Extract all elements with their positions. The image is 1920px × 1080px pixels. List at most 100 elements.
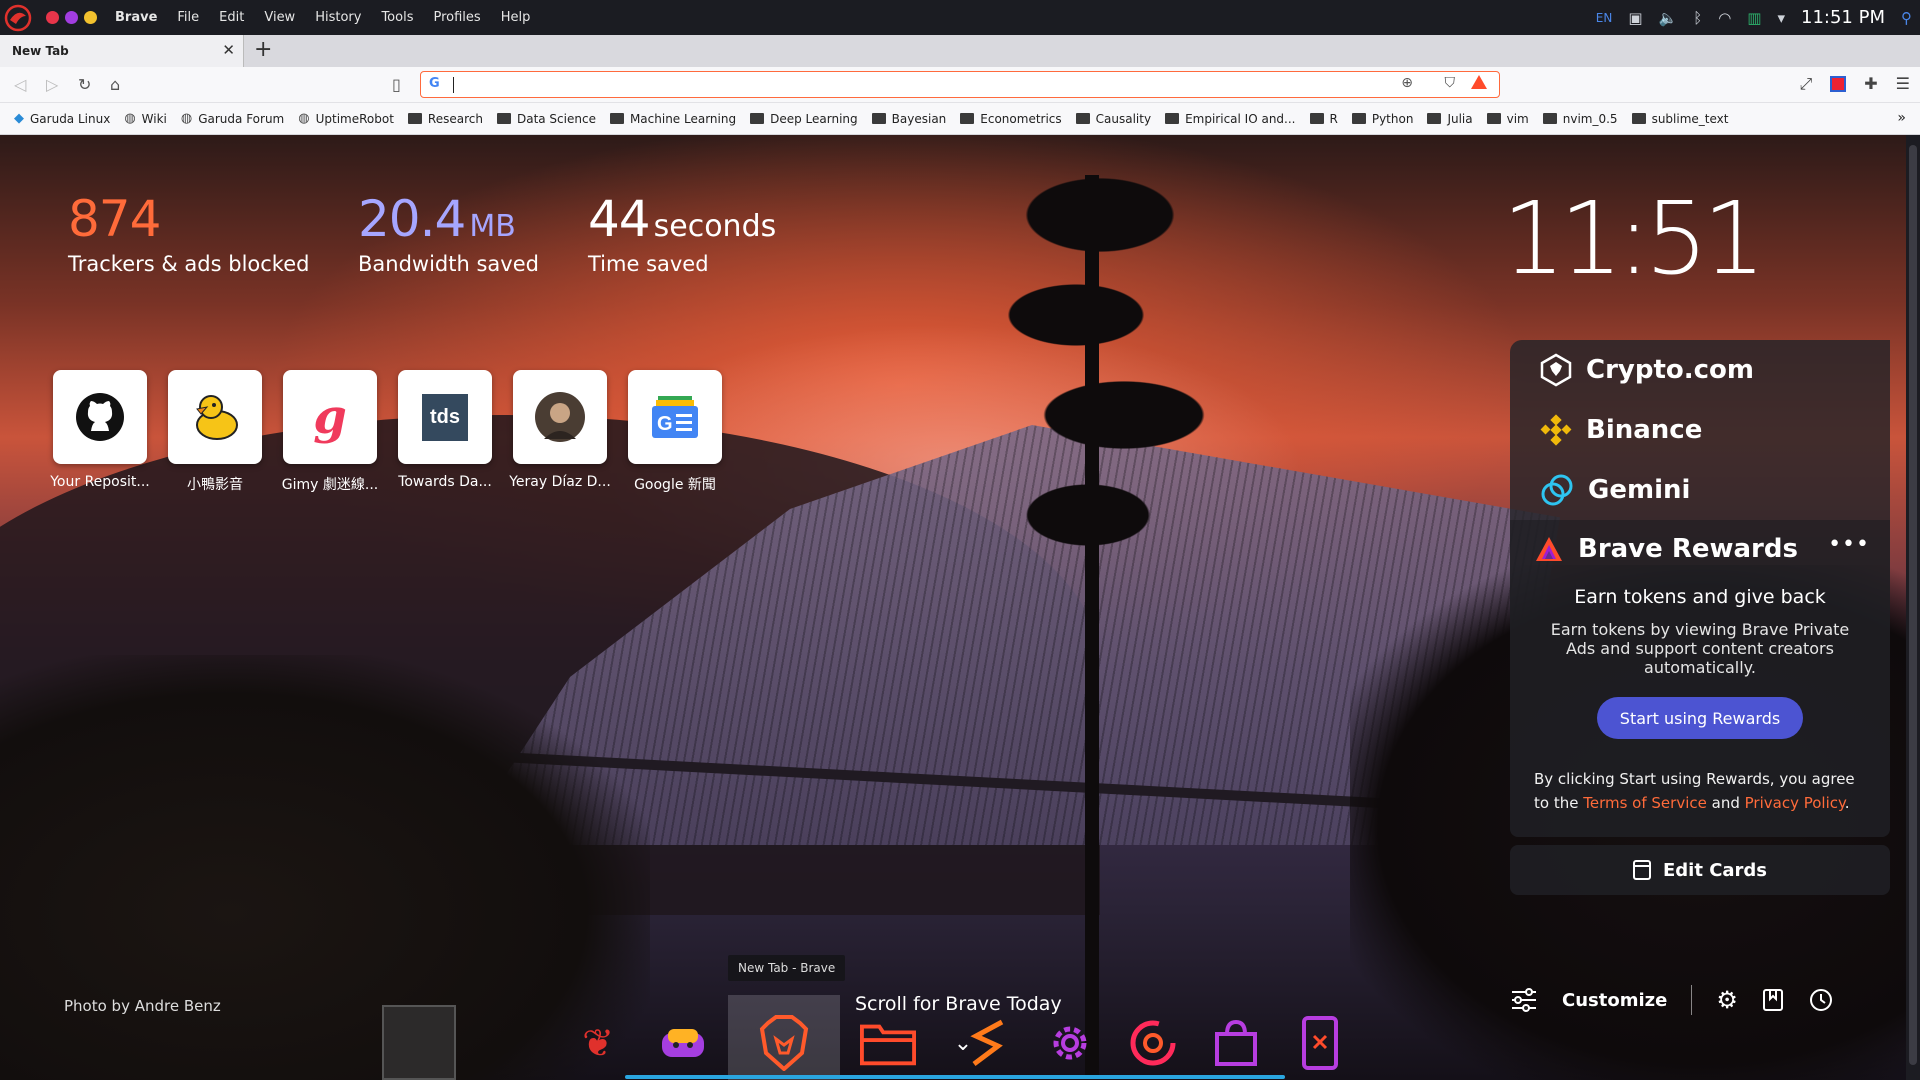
sublime-icon[interactable] xyxy=(960,1015,1016,1071)
brave-shields-icon[interactable]: ⛉ xyxy=(1445,75,1456,91)
bookmark-page-icon[interactable]: ▯ xyxy=(392,75,401,94)
customize-sliders-icon[interactable] xyxy=(1510,988,1538,1012)
network-manager-icon[interactable]: ▣ xyxy=(1628,9,1642,27)
bookmark-folder-bayesian[interactable]: Bayesian xyxy=(871,112,946,126)
forward-icon[interactable]: ▷ xyxy=(46,75,58,94)
globe-icon: ◍ xyxy=(124,111,136,126)
address-bar[interactable]: G ⊕ ⛉ xyxy=(420,71,1500,98)
reload-icon[interactable]: ↻ xyxy=(78,75,91,94)
bookmark-folder-sublime-text[interactable]: sublime_text xyxy=(1631,112,1728,126)
brave-icon[interactable] xyxy=(756,1015,812,1071)
bookmarks-overflow-icon[interactable]: » xyxy=(1897,110,1906,126)
top-site-towards-data-science[interactable]: tds Towards Da... xyxy=(398,370,492,490)
maximize-window-button[interactable] xyxy=(65,11,78,24)
garuda-logo-icon[interactable] xyxy=(4,4,32,32)
top-site-duck[interactable]: 小鴨影音 xyxy=(168,370,262,494)
top-site-tile[interactable] xyxy=(53,370,147,464)
store-icon[interactable] xyxy=(1208,1015,1264,1071)
menu-file[interactable]: File xyxy=(177,10,199,25)
top-site-tile[interactable]: G xyxy=(628,370,722,464)
octopi-icon[interactable] xyxy=(1125,1015,1181,1071)
tray-expand-icon[interactable]: ▾ xyxy=(1777,9,1785,27)
edit-cards-label: Edit Cards xyxy=(1662,859,1768,881)
tds-icon: tds xyxy=(422,393,468,441)
settings-icon[interactable]: ⚙ xyxy=(1716,986,1738,1014)
top-site-tile[interactable]: tds xyxy=(398,370,492,464)
url-input[interactable] xyxy=(451,75,1401,94)
bookmark-wiki[interactable]: ◍ Wiki xyxy=(124,111,167,126)
main-menu-icon[interactable]: ☰ xyxy=(1896,74,1910,94)
photo-credit[interactable]: Photo by Andre Benz xyxy=(64,997,221,1015)
top-site-tile[interactable] xyxy=(513,370,607,464)
top-site-google-news[interactable]: G Google 新聞 xyxy=(628,370,722,494)
bookmark-garuda-linux[interactable]: ◆ Garuda Linux xyxy=(14,111,110,126)
bookmark-uptimerobot[interactable]: ◍ UptimeRobot xyxy=(298,111,394,126)
history-icon[interactable] xyxy=(1808,987,1834,1013)
top-site-gimy[interactable]: g Gimy 劇迷線... xyxy=(282,370,378,494)
bookmark-folder-research[interactable]: Research xyxy=(407,112,483,126)
kde-connect-icon[interactable] xyxy=(1292,1015,1348,1071)
privacy-policy-link[interactable]: Privacy Policy xyxy=(1745,794,1845,812)
folder-icon[interactable] xyxy=(860,1015,916,1071)
bookmark-folder-vim[interactable]: vim xyxy=(1486,112,1529,126)
scrollbar-thumb[interactable] xyxy=(1909,145,1917,1065)
menu-history[interactable]: History xyxy=(315,10,361,25)
edit-cards-button[interactable]: Edit Cards xyxy=(1510,845,1890,895)
menu-profiles[interactable]: Profiles xyxy=(433,10,480,25)
menu-help[interactable]: Help xyxy=(501,10,531,25)
extensions-puzzle-icon[interactable]: ✚ xyxy=(1864,74,1877,94)
page-scrollbar[interactable] xyxy=(1906,135,1920,1080)
top-site-tile[interactable]: g xyxy=(283,370,377,464)
home-icon[interactable]: ⌂ xyxy=(110,75,120,94)
bluetooth-icon[interactable]: ᛒ xyxy=(1693,9,1702,27)
wifi-icon[interactable]: ◠ xyxy=(1718,9,1731,27)
terms-of-service-link[interactable]: Terms of Service xyxy=(1583,794,1707,812)
volume-icon[interactable]: 🔈 xyxy=(1659,9,1678,27)
bookmarks-icon[interactable] xyxy=(1762,988,1784,1012)
top-site-tile[interactable] xyxy=(168,370,262,464)
new-tab-button[interactable]: + xyxy=(254,37,272,62)
bookmark-folder-julia[interactable]: Julia xyxy=(1427,112,1473,126)
bookmark-folder-machine-learning[interactable]: Machine Learning xyxy=(609,112,736,126)
settings-icon[interactable] xyxy=(1042,1015,1098,1071)
back-icon[interactable]: ◁ xyxy=(14,75,26,94)
close-window-button[interactable] xyxy=(46,11,59,24)
share-icon[interactable]: ⤢ xyxy=(1799,74,1812,94)
bookmark-folder-causality[interactable]: Causality xyxy=(1075,112,1151,126)
garuda-icon[interactable]: ❦ xyxy=(570,1015,626,1071)
bookmark-folder-deep-learning[interactable]: Deep Learning xyxy=(750,112,858,126)
minimize-window-button[interactable] xyxy=(84,11,97,24)
trackers-label: Trackers & ads blocked xyxy=(68,252,310,276)
bookmark-folder-r[interactable]: R xyxy=(1309,112,1338,126)
bookmark-folder-econometrics[interactable]: Econometrics xyxy=(960,112,1062,126)
menu-edit[interactable]: Edit xyxy=(219,10,244,25)
card-crypto-com[interactable]: Crypto.com xyxy=(1510,340,1890,400)
start-using-rewards-button[interactable]: Start using Rewards xyxy=(1597,697,1803,739)
brave-rewards-card: Brave Rewards ••• Earn tokens and give b… xyxy=(1510,520,1890,837)
gamer-icon[interactable] xyxy=(655,1015,711,1071)
kde-connect-tray-icon[interactable]: ▥ xyxy=(1747,9,1761,27)
card-binance[interactable]: Binance xyxy=(1510,400,1890,460)
tab-new-tab[interactable]: New Tab ✕ xyxy=(0,35,244,67)
menu-tools[interactable]: Tools xyxy=(381,10,413,25)
menu-brave[interactable]: Brave xyxy=(115,10,157,25)
top-site-yeray[interactable]: Yeray Díaz D... xyxy=(509,370,611,490)
keyboard-layout-indicator[interactable]: EN xyxy=(1596,11,1613,25)
close-tab-icon[interactable]: ✕ xyxy=(222,41,235,59)
bookmark-folder-empirical-io[interactable]: Empirical IO and... xyxy=(1165,112,1296,126)
bookmark-folder-python[interactable]: Python xyxy=(1351,112,1413,126)
card-gemini[interactable]: Gemini xyxy=(1510,460,1890,520)
rewards-more-options-icon[interactable]: ••• xyxy=(1828,532,1870,557)
user-icon[interactable]: ⚲ xyxy=(1901,9,1912,27)
extension-icon[interactable] xyxy=(1830,76,1847,92)
folder-icon xyxy=(960,113,975,124)
top-site-github[interactable]: Your Reposit... xyxy=(50,370,150,490)
brave-rewards-icon[interactable] xyxy=(1471,75,1487,89)
menu-view[interactable]: View xyxy=(264,10,295,25)
bookmark-garuda-forum[interactable]: ◍ Garuda Forum xyxy=(181,111,284,126)
bookmark-folder-nvim[interactable]: nvim_0.5 xyxy=(1542,112,1618,126)
customize-button[interactable]: Customize xyxy=(1562,990,1667,1011)
bookmark-folder-data-science[interactable]: Data Science xyxy=(496,112,596,126)
system-clock[interactable]: 11:51 PM xyxy=(1801,7,1885,28)
zoom-icon[interactable]: ⊕ xyxy=(1401,75,1413,91)
